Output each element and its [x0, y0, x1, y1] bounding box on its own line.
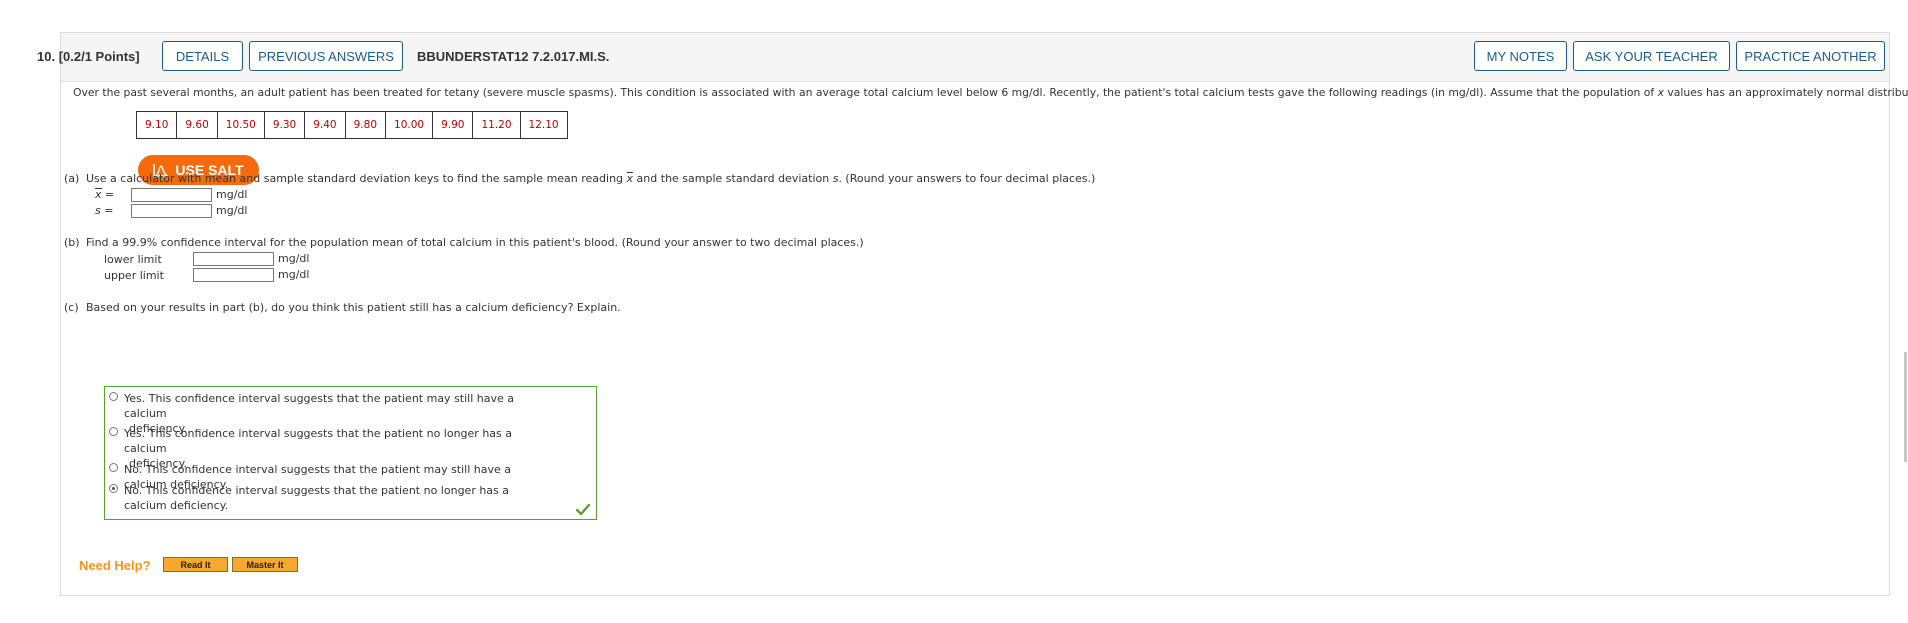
part-a-text-before: Use a calculator with mean and sample st… — [86, 172, 627, 185]
reading-cell: 9.90 — [432, 111, 474, 139]
lower-limit-unit: mg/dl — [278, 252, 310, 265]
choice-radio-2[interactable] — [109, 427, 118, 436]
question-card: 10. [0.2/1 Points] DETAILS PREVIOUS ANSW… — [37, 32, 1908, 596]
my-notes-button[interactable]: MY NOTES — [1474, 41, 1567, 71]
choice-radio-3[interactable] — [109, 463, 118, 472]
lower-limit-input[interactable] — [193, 252, 274, 266]
upper-limit-input[interactable] — [193, 268, 274, 282]
master-it-button[interactable]: Master It — [232, 557, 298, 572]
choice-radio-4[interactable] — [109, 484, 118, 493]
s-eq: = — [104, 204, 114, 217]
question-number-text: 10. — [37, 49, 56, 64]
question-code: BBUNDERSTAT12 7.2.017.MI.S. — [417, 49, 610, 64]
reading-cell: 10.00 — [385, 111, 434, 139]
part-c-label: (c) — [64, 301, 79, 314]
part-b-prompt: Find a 99.9% confidence interval for the… — [86, 236, 864, 249]
question-points: [0.2/1 Points] — [58, 49, 140, 64]
lower-limit-label: lower limit — [104, 253, 162, 266]
part-a-label: (a) — [64, 172, 80, 185]
ask-your-teacher-button[interactable]: ASK YOUR TEACHER — [1573, 41, 1730, 71]
choice-1-line1: Yes. This confidence interval suggests t… — [124, 392, 515, 420]
reading-cell: 11.20 — [472, 111, 521, 139]
choice-text-4: No. This confidence interval suggests th… — [124, 484, 510, 512]
part-a-prompt: Use a calculator with mean and sample st… — [86, 172, 1095, 185]
choice-item-4[interactable]: No. This confidence interval suggests th… — [109, 483, 554, 513]
xbar-symbol: x — [95, 188, 102, 201]
upper-limit-unit: mg/dl — [278, 268, 310, 281]
choice-radio-1[interactable] — [109, 392, 118, 401]
part-a-text-after: . (Round your answers to four decimal pl… — [838, 172, 1096, 185]
reading-cell: 9.60 — [176, 111, 218, 139]
page-scrollbar-thumb[interactable] — [1904, 352, 1907, 462]
xbar-input[interactable] — [131, 188, 212, 202]
reading-cell: 12.10 — [519, 111, 568, 139]
xbar-row-label: x = — [95, 188, 114, 201]
intro-text-start: Over the past several months, an adult p… — [73, 86, 1658, 99]
part-b-label: (b) — [64, 236, 80, 249]
reading-cell: 9.10 — [135, 111, 178, 139]
answer-choices-box: Yes. This confidence interval suggests t… — [104, 386, 597, 520]
xbar-unit: mg/dl — [216, 188, 248, 201]
s-unit: mg/dl — [216, 204, 248, 217]
reading-cell: 10.50 — [216, 111, 265, 139]
question-intro: Over the past several months, an adult p… — [73, 86, 1908, 99]
reading-cell: 9.80 — [344, 111, 387, 139]
choice-2-line1: Yes. This confidence interval suggests t… — [124, 427, 513, 455]
read-it-button[interactable]: Read It — [163, 557, 228, 572]
correct-check-icon — [576, 504, 590, 516]
details-button[interactable]: DETAILS — [162, 41, 243, 71]
readings-row: 9.10 9.60 10.50 9.30 9.40 9.80 10.00 9.90 11.20 1… — [135, 111, 568, 139]
xbar-eq: = — [105, 188, 115, 201]
readings-table: 9.10 9.60 10.50 9.30 9.40 9.80 10.00 9.90 11.20 1… — [135, 111, 568, 139]
reading-cell: 9.40 — [304, 111, 346, 139]
upper-limit-label: upper limit — [104, 269, 164, 282]
previous-answers-button[interactable]: PREVIOUS ANSWERS — [249, 41, 403, 71]
s-symbol: s — [95, 204, 101, 217]
part-a-xbar: x — [626, 172, 634, 185]
part-a-text-middle: and the sample standard deviation — [633, 172, 833, 185]
question-header: 10. [0.2/1 Points] DETAILS PREVIOUS ANSW… — [37, 33, 1889, 82]
s-row-label: s = — [95, 204, 113, 217]
question-number: 10. [0.2/1 Points] — [37, 49, 140, 64]
intro-text-end: values has an approximately normal distr… — [1663, 86, 1908, 99]
practice-another-button[interactable]: PRACTICE ANOTHER — [1736, 41, 1885, 71]
part-c-prompt: Based on your results in part (b), do yo… — [86, 301, 621, 314]
s-input[interactable] — [131, 204, 212, 218]
reading-cell: 9.30 — [263, 111, 306, 139]
need-help-label: Need Help? — [79, 558, 151, 573]
